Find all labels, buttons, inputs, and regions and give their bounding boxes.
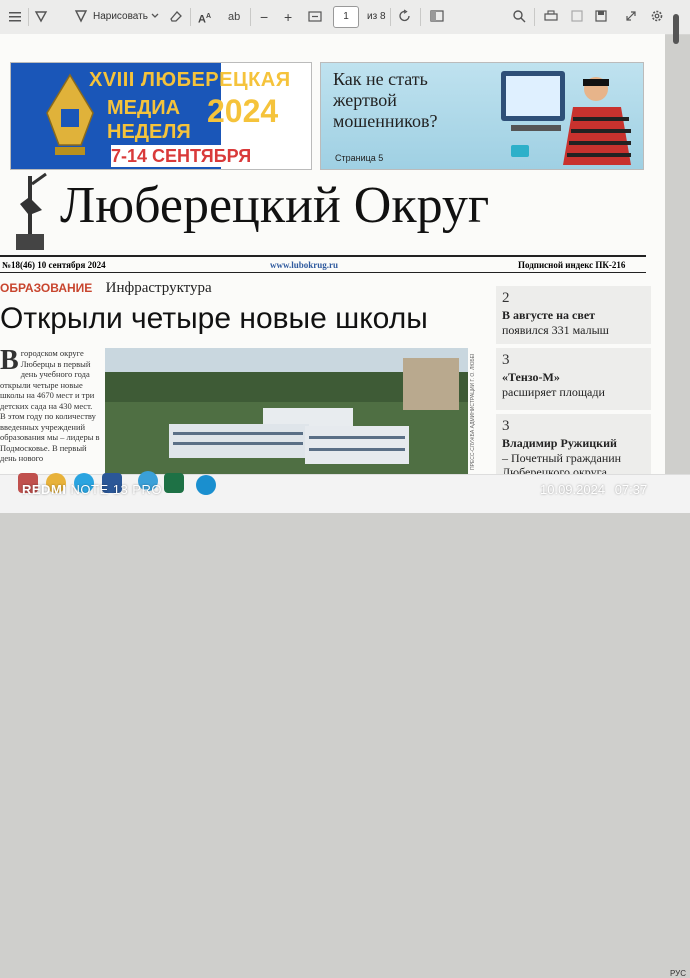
rubric-subsection: Инфраструктура	[105, 280, 212, 296]
article-photo	[105, 348, 468, 474]
timestamp-date: 10.09.2024	[540, 482, 606, 497]
sidebar-item-2[interactable]: 3 «Тензо-М» расширяет площади	[496, 348, 651, 410]
page-total: из 8	[367, 11, 386, 22]
sidebar-page-num: 2	[502, 290, 510, 306]
divider	[0, 255, 646, 257]
website-link[interactable]: www.lubokrug.ru	[270, 260, 338, 270]
issue-number: №18(46) 10 сентября 2024	[2, 260, 106, 270]
drop-cap: В	[0, 348, 19, 376]
fullscreen-icon[interactable]	[624, 9, 638, 25]
zoom-out-icon[interactable]: −	[260, 9, 268, 25]
statue-logo-icon	[16, 172, 47, 250]
page-number-input[interactable]: 1	[333, 6, 359, 28]
newspaper-page: XVIII ЛЮБЕРЕЦКАЯ МЕДИА 2024 НЕДЕЛЯ 7-14 …	[0, 34, 665, 474]
sidebar-item-1[interactable]: 2 В августе на свет появился 331 малыш	[496, 286, 651, 344]
toolbar-divider	[28, 8, 29, 26]
search-icon[interactable]	[512, 9, 526, 25]
photo-credit: ПРЕСС-СЛУЖБА АДМИНИСТРАЦИИ Г. О. ЛЮБЕРЦЫ	[470, 354, 476, 470]
draw-icon[interactable]	[74, 9, 88, 25]
school-building-photo	[105, 358, 468, 474]
scrollbar-thumb[interactable]	[673, 14, 679, 44]
fraud-ad-page-ref: Страница 5	[335, 153, 384, 163]
toolbar-divider	[190, 8, 191, 26]
toolbar-divider	[534, 8, 535, 26]
ad-line-1: XVIII ЛЮБЕРЕЦКАЯ	[89, 69, 291, 91]
media-week-ad[interactable]: XVIII ЛЮБЕРЕЦКАЯ МЕДИА 2024 НЕДЕЛЯ 7-14 …	[10, 62, 312, 170]
rubric-section: ОБРАЗОВАНИЕ	[0, 281, 93, 295]
list-icon[interactable]	[8, 9, 22, 25]
draw-button-label[interactable]: Нарисовать	[93, 9, 148, 25]
ad-year: 2024	[207, 93, 279, 129]
text-size-icon[interactable]: AA	[198, 9, 211, 26]
gear-icon[interactable]	[650, 9, 664, 25]
print-icon[interactable]	[544, 9, 558, 25]
toolbar-divider	[250, 8, 251, 26]
fraud-ad-line-3: мошенников?	[333, 111, 438, 131]
rotate-icon[interactable]	[398, 9, 412, 25]
fraud-ad-text: Как не стать жертвой мошенников?	[333, 69, 437, 132]
fit-page-icon[interactable]	[308, 9, 322, 25]
fraud-ad-line-1: Как не стать	[333, 69, 428, 89]
save-icon[interactable]	[570, 9, 584, 25]
eraser-icon[interactable]	[168, 9, 184, 25]
phone-watermark: REDMI NOTE 13 PRO	[22, 482, 162, 497]
read-aloud-icon[interactable]: ab	[228, 9, 240, 25]
sidebar-item-3[interactable]: 3 Владимир Ружицкий – Почетный гражданин…	[496, 414, 651, 474]
sidebar-title-bold: «Тензо-М»	[502, 370, 560, 384]
sidebar-title: появился 331 малыш	[502, 323, 609, 337]
page-view-icon[interactable]	[430, 9, 444, 25]
language-indicator[interactable]: РУС	[670, 969, 686, 978]
ad-dates: 7-14 СЕНТЯБРЯ	[111, 145, 307, 167]
subscription-index: Подписной индекс ПК-216	[518, 260, 626, 270]
ad-line-3: НЕДЕЛЯ	[107, 121, 191, 143]
edge-browser-icon[interactable]	[196, 475, 216, 495]
highlight-icon[interactable]	[34, 9, 50, 25]
article-body: В городском округе Люберцы в первый день…	[0, 348, 100, 472]
article-headline: Открыли четыре новые школы	[0, 302, 428, 335]
toolbar-divider	[420, 8, 421, 26]
sidebar-title-bold: В августе на свет	[502, 308, 596, 322]
sidebar-page-num: 3	[502, 418, 510, 434]
masthead-title: Люберецкий Округ	[60, 177, 490, 234]
sidebar-page-num: 3	[502, 352, 510, 368]
sidebar-title: – Почетный гражданин Люберецкого округа	[502, 451, 622, 474]
watermark-brand: REDMI	[22, 482, 67, 497]
photo-timestamp: 10.09.2024 07:37	[540, 482, 647, 497]
vertical-scrollbar[interactable]	[668, 12, 682, 472]
fraud-ad-line-2: жертвой	[333, 90, 397, 110]
watermark-model: NOTE 13 PRO	[70, 482, 162, 497]
excel-icon[interactable]	[164, 473, 184, 493]
pdf-toolbar: Нарисовать AA ab − + 1 из 8	[0, 0, 690, 35]
fraud-warning-ad[interactable]: Как не стать жертвой мошенников? Страниц…	[320, 62, 644, 170]
ad-line-2: МЕДИА	[107, 97, 181, 119]
hacker-illustration-icon	[501, 71, 631, 165]
timestamp-time: 07:37	[614, 482, 648, 497]
zoom-in-icon[interactable]: +	[284, 9, 292, 25]
toolbar-divider	[390, 8, 391, 26]
sidebar-title: расширяет площади	[502, 385, 605, 399]
chevron-down-icon[interactable]	[150, 9, 160, 25]
save-as-icon[interactable]	[594, 9, 608, 25]
sidebar-title-bold: Владимир Ружицкий	[502, 436, 617, 450]
article-rubric: ОБРАЗОВАНИЕ Инфраструктура	[0, 280, 212, 297]
divider	[0, 272, 646, 273]
